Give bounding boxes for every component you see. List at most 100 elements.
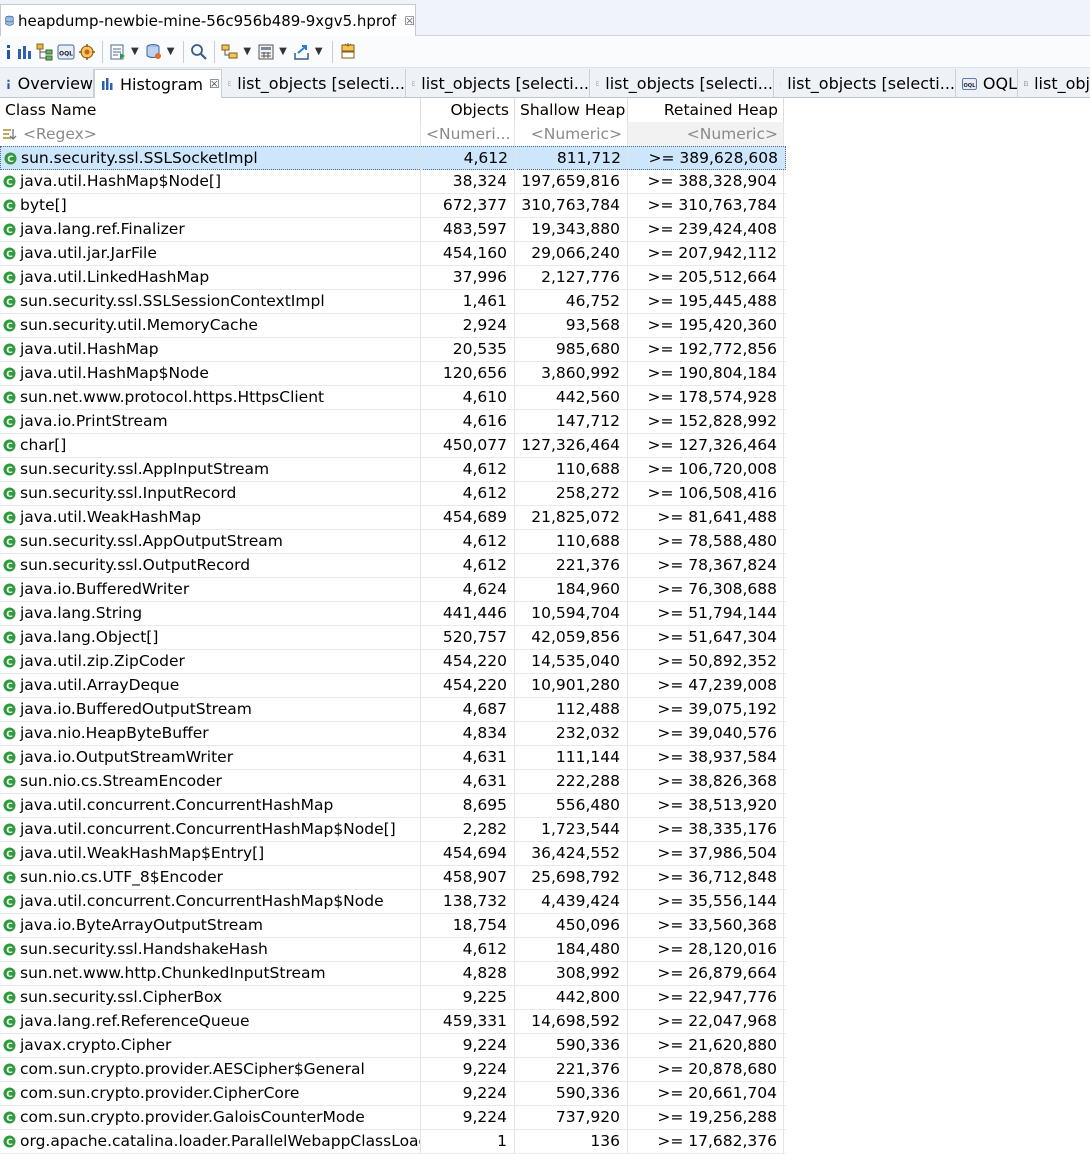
tab-oql[interactable]: OQL OQL xyxy=(956,69,1018,98)
tab-histogram[interactable]: Histogram ☒ xyxy=(94,69,222,98)
table-row[interactable]: C sun.security.ssl.AppOutputStream 4,612… xyxy=(0,530,786,554)
table-row[interactable]: C org.apache.catalina.loader.ParallelWeb… xyxy=(0,1130,786,1154)
run-report-button[interactable] xyxy=(109,40,127,64)
table-row[interactable]: C java.util.HashMap$Node 120,656 3,860,9… xyxy=(0,362,786,386)
table-row[interactable]: C java.io.ByteArrayOutputStream 18,754 4… xyxy=(0,914,786,938)
table-row[interactable]: C java.lang.ref.ReferenceQueue 459,331 1… xyxy=(0,1010,786,1034)
table-row[interactable]: C java.util.WeakHashMap 454,689 21,825,0… xyxy=(0,506,786,530)
shallow-heap-cell: 29,066,240 xyxy=(515,242,628,265)
filter-retained-heap[interactable]: <Numeric> xyxy=(628,122,784,146)
retained-heap-cell: >= 38,335,176 xyxy=(628,818,784,841)
table-row[interactable]: C java.util.concurrent.ConcurrentHashMap… xyxy=(0,794,786,818)
class-name-cell: sun.security.ssl.SSLSessionContextImpl xyxy=(0,290,421,313)
chevron-down-icon[interactable]: ▼ xyxy=(167,46,175,57)
table-row[interactable]: C sun.security.util.MemoryCache 2,924 93… xyxy=(0,314,786,338)
table-row[interactable]: C sun.security.ssl.AppInputStream 4,612 … xyxy=(0,458,786,482)
close-icon[interactable]: ☒ xyxy=(209,77,220,91)
table-row[interactable]: C java.util.jar.JarFile 454,160 29,066,2… xyxy=(0,242,786,266)
table-row[interactable]: C sun.net.www.protocol.https.HttpsClient… xyxy=(0,386,786,410)
table-row[interactable]: C java.io.BufferedWriter 4,624 184,960 >… xyxy=(0,578,786,602)
table-row[interactable]: C sun.security.ssl.OutputRecord 4,612 22… xyxy=(0,554,786,578)
tab-list-objects-4[interactable]: list_objects [selecti... xyxy=(774,69,956,98)
shallow-heap-cell: 127,326,464 xyxy=(515,434,628,457)
table-row[interactable]: C java.util.concurrent.ConcurrentHashMap… xyxy=(0,890,786,914)
tab-list-objects-5[interactable]: list_obj xyxy=(1018,69,1090,98)
export-button[interactable] xyxy=(293,40,311,64)
objects-cell: 4,631 xyxy=(421,770,515,793)
chevron-down-icon[interactable]: ▼ xyxy=(279,46,287,57)
column-header-class-name[interactable]: Class Name xyxy=(0,98,421,122)
table-row[interactable]: C com.sun.crypto.provider.GaloisCounterM… xyxy=(0,1106,786,1130)
histogram-button[interactable] xyxy=(17,40,33,64)
objects-cell: 4,616 xyxy=(421,410,515,433)
table-row[interactable]: C java.util.LinkedHashMap 37,996 2,127,7… xyxy=(0,266,786,290)
table-row[interactable]: C sun.nio.cs.StreamEncoder 4,631 222,288… xyxy=(0,770,786,794)
column-header-objects[interactable]: Objects xyxy=(421,98,515,122)
column-header-shallow-heap[interactable]: Shallow Heap xyxy=(515,98,628,122)
info-button[interactable] xyxy=(4,40,14,64)
table-row[interactable]: C byte[] 672,377 310,763,784 >= 310,763,… xyxy=(0,194,786,218)
table-row[interactable]: C com.sun.crypto.provider.AESCipher$Gene… xyxy=(0,1058,786,1082)
info-icon xyxy=(7,79,10,89)
toolbar-separator xyxy=(214,40,216,63)
objects-cell: 4,612 xyxy=(421,458,515,481)
table-row[interactable]: C char[] 450,077 127,326,464 >= 127,326,… xyxy=(0,434,786,458)
table-row[interactable]: C java.lang.ref.Finalizer 483,597 19,343… xyxy=(0,218,786,242)
search-button[interactable] xyxy=(190,40,208,64)
filter-class-name[interactable]: <Regex> xyxy=(0,122,421,146)
table-row[interactable]: C java.lang.String 441,446 10,594,704 >=… xyxy=(0,602,786,626)
group-by-button[interactable] xyxy=(221,40,239,64)
table-row[interactable]: C java.util.HashMap 20,535 985,680 >= 19… xyxy=(0,338,786,362)
tab-list-objects-1[interactable]: list_objects [selecti... xyxy=(222,69,406,98)
chevron-down-icon[interactable]: ▼ xyxy=(315,46,323,57)
table-row[interactable]: C sun.net.www.http.ChunkedInputStream 4,… xyxy=(0,962,786,986)
table-row[interactable]: C java.util.HashMap$Node[] 38,324 197,65… xyxy=(0,170,786,194)
table-row[interactable]: C java.lang.Object[] 520,757 42,059,856 … xyxy=(0,626,786,650)
table-row[interactable]: C java.io.PrintStream 4,616 147,712 >= 1… xyxy=(0,410,786,434)
objects-cell: 4,612 xyxy=(421,530,515,553)
class-name-cell: sun.security.ssl.OutputRecord xyxy=(0,554,421,577)
calculate-retained-button[interactable] xyxy=(257,40,275,64)
table-row[interactable]: C java.nio.HeapByteBuffer 4,834 232,032 … xyxy=(0,722,786,746)
chevron-down-icon[interactable]: ▼ xyxy=(243,46,251,57)
close-icon[interactable]: ☒ xyxy=(404,14,415,28)
table-row[interactable]: C sun.security.ssl.SSLSocketImpl 4,612 8… xyxy=(0,146,786,170)
table-row[interactable]: C sun.security.ssl.InputRecord 4,612 258… xyxy=(0,482,786,506)
chevron-down-icon[interactable]: ▼ xyxy=(131,46,139,57)
shallow-heap-cell: 985,680 xyxy=(515,338,628,361)
class-name-cell: java.util.ArrayDeque xyxy=(0,674,421,697)
query-browser-button[interactable] xyxy=(145,40,163,64)
table-row[interactable]: C sun.security.ssl.SSLSessionContextImpl… xyxy=(0,290,786,314)
table-row[interactable]: C java.util.zip.ZipCoder 454,220 14,535,… xyxy=(0,650,786,674)
class-name-cell: java.lang.String xyxy=(0,602,421,625)
filter-shallow-heap[interactable]: <Numeric> xyxy=(515,122,628,146)
table-row[interactable]: C sun.security.ssl.HandshakeHash 4,612 1… xyxy=(0,938,786,962)
tab-list-objects-3[interactable]: list_objects [selecti... xyxy=(590,69,774,98)
class-name-cell: java.io.ByteArrayOutputStream xyxy=(0,914,421,937)
tab-overview[interactable]: Overview xyxy=(0,69,94,98)
filter-objects[interactable]: <Numeri... xyxy=(421,122,515,146)
table-row[interactable]: C java.util.ArrayDeque 454,220 10,901,28… xyxy=(0,674,786,698)
tab-list-objects-2[interactable]: list_objects [selecti... xyxy=(406,69,590,98)
tab-label: list_objects [selecti... xyxy=(787,74,955,93)
table-row[interactable]: C javax.crypto.Cipher 9,224 590,336 >= 2… xyxy=(0,1034,786,1058)
table-row[interactable]: C sun.security.ssl.CipherBox 9,225 442,8… xyxy=(0,986,786,1010)
objects-cell: 1 xyxy=(421,1130,515,1153)
class-name-cell: java.lang.ref.ReferenceQueue xyxy=(0,1010,421,1033)
table-row[interactable]: C java.util.concurrent.ConcurrentHashMap… xyxy=(0,818,786,842)
column-header-retained-heap[interactable]: Retained Heap xyxy=(628,98,784,122)
editor-tab-heapdump[interactable]: heapdump-newbie-mine-56c956b489-9xgv5.hp… xyxy=(0,4,416,36)
table-row[interactable]: C java.io.BufferedOutputStream 4,687 112… xyxy=(0,698,786,722)
dominator-tree-button[interactable] xyxy=(36,40,54,64)
objects-cell: 4,631 xyxy=(421,746,515,769)
table-row[interactable]: C java.util.WeakHashMap$Entry[] 454,694 … xyxy=(0,842,786,866)
retained-heap-cell: >= 76,308,688 xyxy=(628,578,784,601)
table-row[interactable]: C com.sun.crypto.provider.CipherCore 9,2… xyxy=(0,1082,786,1106)
list-objects-icon xyxy=(1024,81,1028,86)
pin-button[interactable] xyxy=(339,40,357,64)
table-row[interactable]: C sun.nio.cs.UTF_8$Encoder 458,907 25,69… xyxy=(0,866,786,890)
objects-cell: 37,996 xyxy=(421,266,515,289)
table-row[interactable]: C java.io.OutputStreamWriter 4,631 111,1… xyxy=(0,746,786,770)
thread-overview-button[interactable] xyxy=(78,40,96,64)
oql-button[interactable]: OQL xyxy=(57,40,75,64)
